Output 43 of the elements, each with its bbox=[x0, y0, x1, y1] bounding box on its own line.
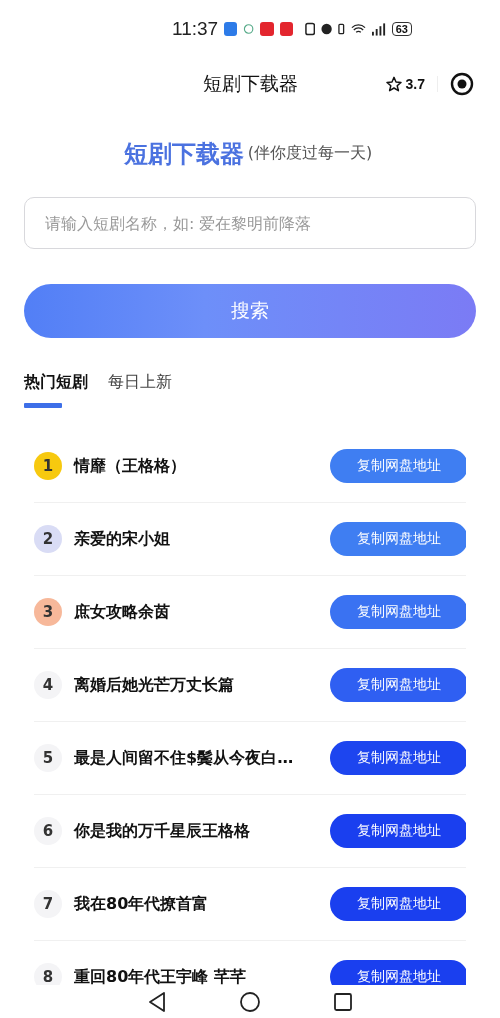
drama-title: 最是人间留不住$鬓从今夜白… bbox=[74, 747, 295, 769]
copy-link-button[interactable]: 复制网盘地址 bbox=[330, 741, 466, 775]
copy-link-button[interactable]: 复制网盘地址 bbox=[330, 449, 466, 483]
rank-badge: 6 bbox=[34, 817, 62, 845]
drama-title: 亲爱的宋小姐 bbox=[74, 528, 171, 550]
rank-badge: 7 bbox=[34, 890, 62, 918]
copy-link-button[interactable]: 复制网盘地址 bbox=[330, 668, 466, 702]
tab[interactable]: 每日上新 bbox=[108, 338, 172, 393]
status-time: 11:37 bbox=[172, 18, 219, 40]
drama-title: 离婚后她光芒万丈长篇 bbox=[74, 674, 235, 696]
drama-title: 我在80年代撩首富 bbox=[74, 893, 210, 915]
signal-icon bbox=[371, 22, 386, 36]
rank-badge: 3 bbox=[34, 598, 62, 626]
star-icon bbox=[385, 76, 402, 92]
tab[interactable]: 热门短剧 bbox=[24, 338, 88, 408]
rating-button[interactable]: 3.7 bbox=[373, 76, 438, 92]
rank-badge: 2 bbox=[34, 525, 62, 553]
drama-title: 你是我的万千星辰王格格 bbox=[74, 820, 251, 842]
record-icon[interactable] bbox=[450, 72, 474, 96]
recents-icon[interactable] bbox=[333, 991, 353, 1012]
rank-badge: 4 bbox=[34, 671, 62, 699]
rank-badge: 5 bbox=[34, 744, 62, 772]
copy-link-button[interactable]: 复制网盘地址 bbox=[330, 522, 466, 556]
copy-link-button[interactable]: 复制网盘地址 bbox=[330, 814, 466, 848]
rank-badge: 1 bbox=[34, 452, 62, 480]
copy-link-button[interactable]: 复制网盘地址 bbox=[330, 595, 466, 629]
drama-title: 情靡（王格格） bbox=[74, 455, 187, 477]
wifi-icon bbox=[350, 24, 366, 34]
app-icon bbox=[279, 22, 293, 36]
drama-title: 庶女攻略余茵 bbox=[74, 601, 171, 623]
back-icon[interactable] bbox=[147, 990, 167, 1013]
search-field[interactable]: 请输入短剧名称，如: 爱在黎明前降落 bbox=[24, 197, 476, 249]
app-icon bbox=[260, 22, 274, 36]
copy-link-button[interactable]: 复制网盘地址 bbox=[330, 960, 466, 985]
app-slogan: (伴你度过每一天) bbox=[247, 143, 373, 164]
app-heading: 短剧下载器 bbox=[123, 138, 244, 170]
rank-badge: 8 bbox=[34, 963, 62, 985]
home-icon[interactable] bbox=[239, 990, 261, 1013]
app-icon bbox=[224, 22, 238, 36]
drama-title: 重回80年代王宇峰 芊芊 bbox=[74, 966, 247, 985]
page-title: 短剧下载器 bbox=[202, 71, 298, 96]
copy-link-button[interactable]: 复制网盘地址 bbox=[330, 887, 466, 921]
battery-level: 63 bbox=[391, 22, 412, 36]
